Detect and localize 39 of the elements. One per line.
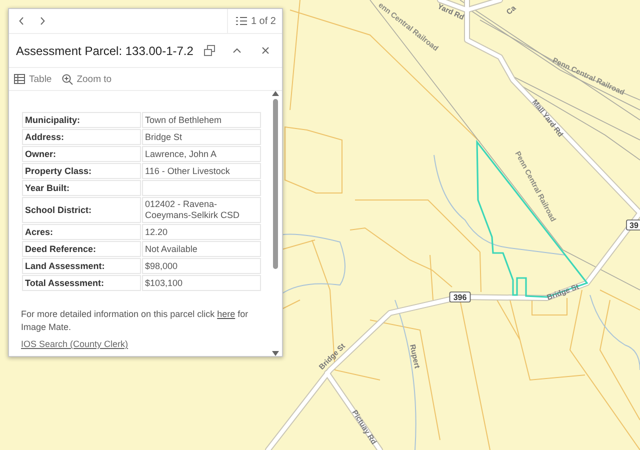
route-shield: 39 (626, 220, 640, 230)
attribute-label: Address: (22, 129, 141, 145)
attribute-value: 12.20 (142, 224, 261, 240)
info-text: For more detailed information on this parcel click here for Image Mate. (21, 308, 250, 334)
attribute-value: 116 - Other Livestock (142, 163, 261, 179)
chevron-up-icon (233, 48, 241, 53)
scroll-up-icon (272, 91, 279, 96)
attribute-label: Total Assessment: (22, 275, 141, 291)
attribute-label: Land Assessment: (22, 258, 141, 274)
zoom-to-button[interactable]: Zoom to (62, 74, 112, 84)
zoom-in-icon (62, 74, 73, 84)
attribute-value: Lawrence, John A (142, 146, 261, 162)
attribute-label: Deed Reference: (22, 241, 141, 257)
scrollbar[interactable] (271, 91, 280, 356)
attribute-value: Bridge St (142, 129, 261, 145)
table-icon (14, 74, 25, 84)
table-button[interactable]: Table (14, 74, 52, 84)
attribute-label: School District: (22, 197, 141, 223)
close-icon (262, 47, 268, 54)
attribute-label: Owner: (22, 146, 141, 162)
feature-list-button[interactable]: 1 of 2 (226, 9, 282, 33)
attribute-label: Municipality: (22, 112, 141, 128)
chevron-left-icon (18, 17, 24, 25)
attribute-label: Property Class: (22, 163, 141, 179)
list-icon (236, 16, 247, 26)
here-link[interactable]: here (217, 309, 236, 319)
route-shield: 396 (449, 292, 471, 302)
attribute-label: Year Built: (22, 180, 141, 196)
ios-search-link[interactable]: IOS Search (County Clerk) (21, 339, 128, 349)
attribute-value: $103,100 (142, 275, 261, 291)
chevron-right-icon (40, 17, 44, 25)
scroll-down-icon (272, 351, 279, 356)
panel-title: Assessment Parcel: 133.00-1-7.2 (16, 44, 194, 58)
attribute-value: 012402 - Ravena-Coeymans-Selkirk CSD (142, 197, 261, 223)
attribute-value: $98,000 (142, 258, 261, 274)
attribute-label: Acres: (22, 224, 141, 240)
attribute-value: Not Available (142, 241, 261, 257)
copy-icon (204, 45, 214, 56)
attribute-value: Town of Bethlehem (142, 112, 261, 128)
